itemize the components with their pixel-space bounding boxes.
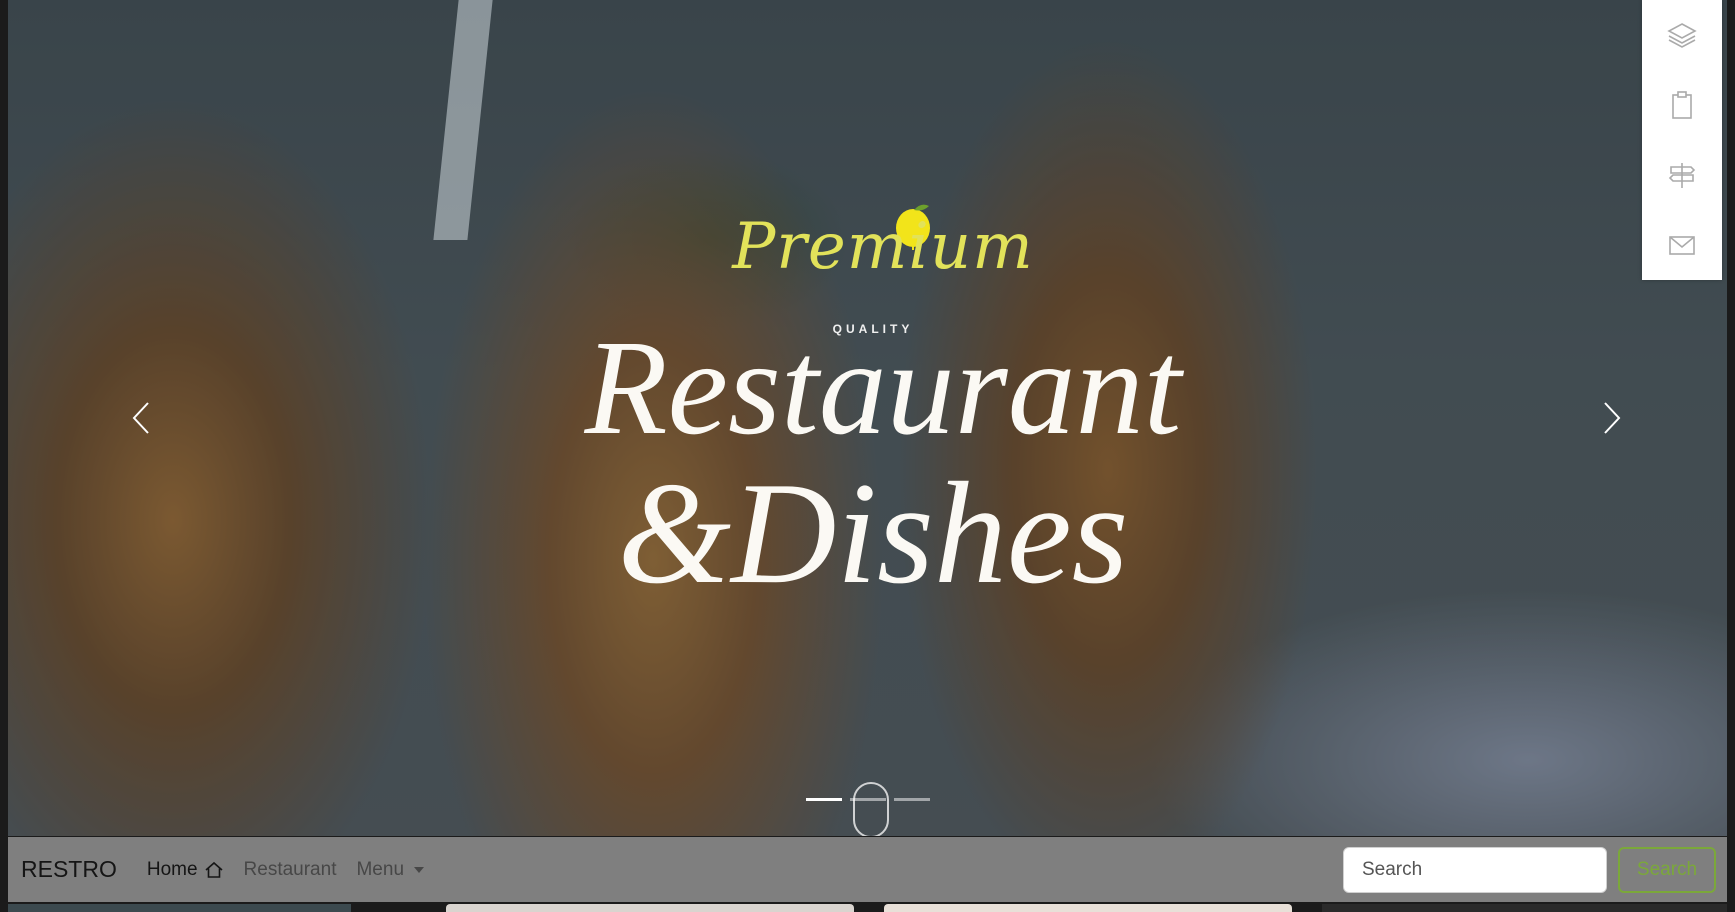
content-preview-card [884,904,1292,912]
premium-title: Premium [732,210,1034,284]
nav-link-home[interactable]: Home [147,859,224,881]
content-preview-card [446,904,854,912]
clipboard-button[interactable] [1642,70,1722,140]
envelope-icon [1669,236,1695,255]
content-preview-card [1322,904,1727,912]
hero-carousel: Premium QUALITY Restaurant &Dishes [8,0,1727,836]
carousel-prev-button[interactable] [128,400,158,436]
brand-logo[interactable]: RESTRO [21,856,117,883]
hero-content: Premium QUALITY Restaurant &Dishes [8,0,1727,836]
signpost-button[interactable] [1642,140,1722,210]
signpost-icon [1668,163,1696,188]
hero-headline-line1: Restaurant [584,313,1182,463]
nav-dropdown-menu[interactable]: Menu [356,858,425,881]
hero-headline-line2: &Dishes [617,452,1129,614]
navbar: RESTRO Home Restaurant Menu Search [8,837,1727,902]
content-preview-card [8,904,351,912]
carousel-next-button[interactable] [1595,400,1625,436]
search-button[interactable]: Search [1618,847,1716,893]
caret-down-icon [414,866,425,873]
carousel-indicator[interactable] [894,798,930,801]
nav-dropdown-menu-label: Menu [356,858,405,880]
side-toolbar [1642,0,1722,280]
layers-button[interactable] [1642,0,1722,70]
scroll-mouse-icon [853,782,889,836]
layers-icon [1667,23,1697,48]
carousel-indicator[interactable] [806,798,842,801]
mail-button[interactable] [1642,210,1722,280]
nav-link-home-label: Home [146,858,198,880]
nav-link-restaurant[interactable]: Restaurant [244,859,337,881]
clipboard-icon [1672,91,1692,119]
search-input[interactable] [1343,847,1607,893]
house-icon [205,861,223,878]
